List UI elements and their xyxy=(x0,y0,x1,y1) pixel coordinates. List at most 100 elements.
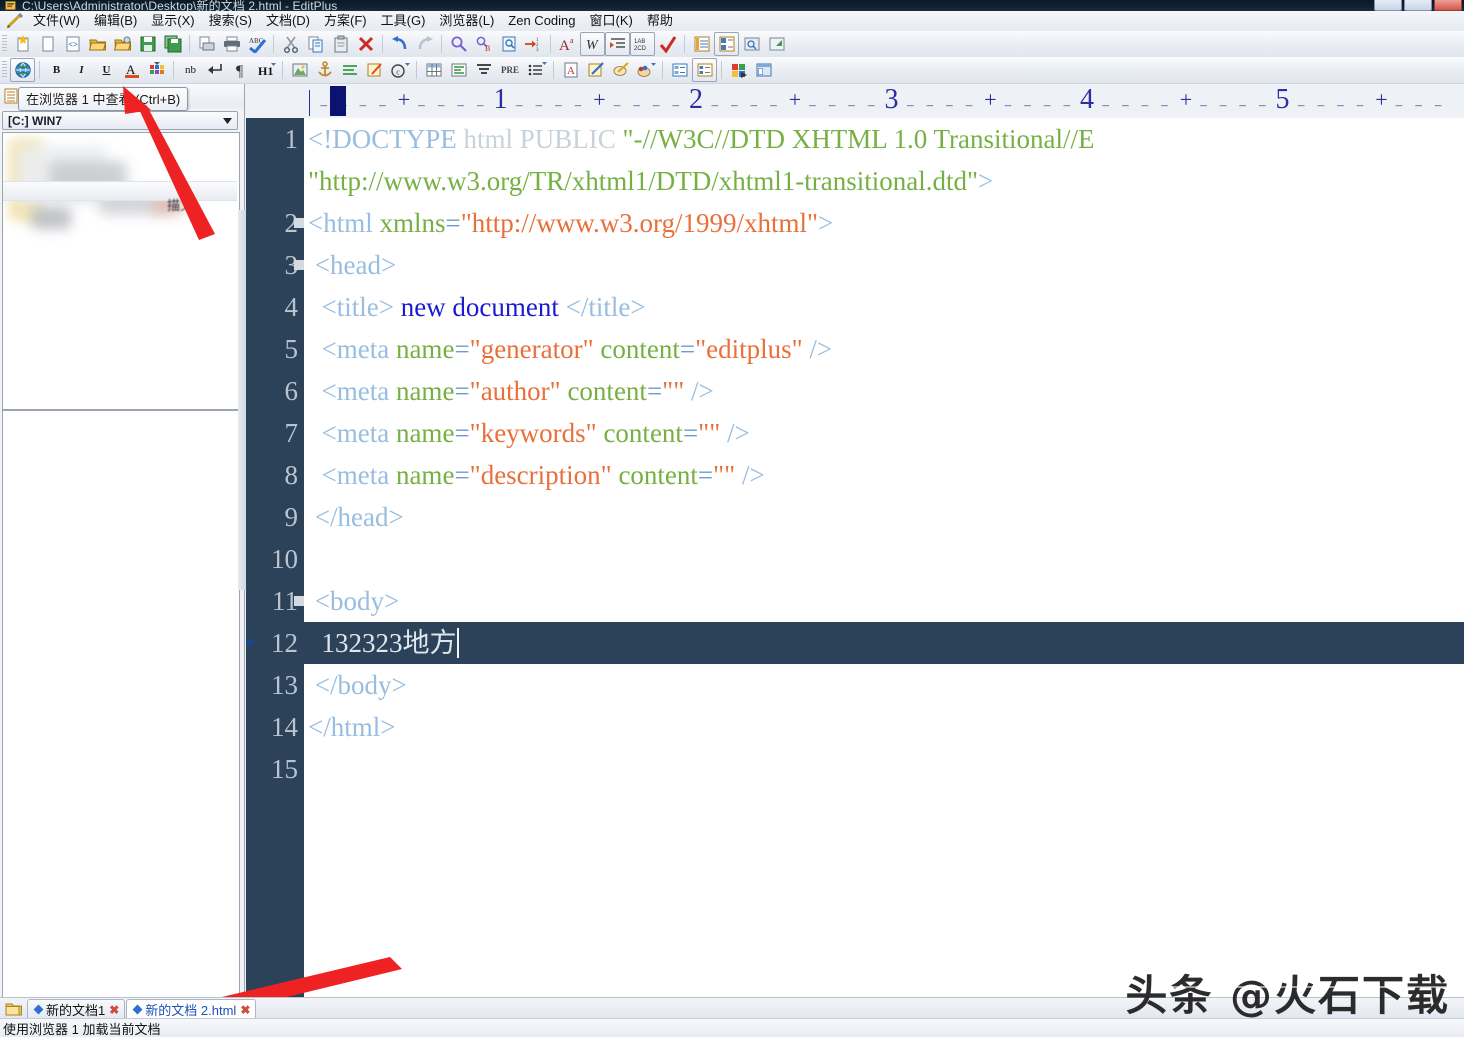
menu-file[interactable]: 文件(W) xyxy=(26,11,87,31)
find-button[interactable] xyxy=(446,32,471,56)
undo-button[interactable] xyxy=(387,32,412,56)
menu-view[interactable]: 显示(X) xyxy=(144,11,201,31)
heading-button[interactable]: H1 xyxy=(253,58,278,82)
menu-tools[interactable]: 工具(G) xyxy=(374,11,433,31)
code-line[interactable]: <meta name="generator" content="editplus… xyxy=(304,328,1464,370)
cut-button[interactable] xyxy=(278,32,303,56)
toolbar-grip[interactable] xyxy=(2,35,7,53)
menu-help[interactable]: 帮助 xyxy=(640,11,680,31)
font-color-button[interactable]: A xyxy=(119,58,144,82)
insert-table-button[interactable] xyxy=(421,58,446,82)
new-from-template-button[interactable] xyxy=(10,32,35,56)
code-line[interactable]: "http://www.w3.org/TR/xhtml1/DTD/xhtml1-… xyxy=(304,160,1464,202)
full-screen-button[interactable] xyxy=(764,32,789,56)
toolbar-grip[interactable] xyxy=(2,61,7,79)
preformatted-button[interactable]: PRE xyxy=(496,58,524,82)
code-line[interactable]: <meta name="keywords" content="" /> xyxy=(304,412,1464,454)
sidebar-splitter[interactable] xyxy=(238,210,246,590)
find-in-files-button[interactable] xyxy=(496,32,521,56)
clip-library-button[interactable] xyxy=(714,32,739,56)
form-fields-button[interactable] xyxy=(692,58,717,82)
layout-panel-button[interactable] xyxy=(751,58,776,82)
code-line[interactable]: </body> xyxy=(304,664,1464,706)
code-line[interactable]: </html> xyxy=(304,706,1464,748)
tree-selected-row[interactable] xyxy=(3,181,237,201)
new-document-button[interactable] xyxy=(35,32,60,56)
bookmark-dot[interactable] xyxy=(247,639,254,646)
menu-document[interactable]: 文档(D) xyxy=(259,11,317,31)
code-line[interactable]: <meta name="description" content="" /> xyxy=(304,454,1464,496)
code-line[interactable]: <meta name="author" content="" /> xyxy=(304,370,1464,412)
close-button[interactable] xyxy=(1434,0,1462,11)
file-list[interactable] xyxy=(2,410,240,1037)
align-left-button[interactable] xyxy=(446,58,471,82)
insert-text-button[interactable]: A xyxy=(558,58,583,82)
italic-button[interactable]: I xyxy=(69,58,94,82)
directory-tree[interactable]: 描义 xyxy=(2,132,240,410)
insert-image-button[interactable] xyxy=(287,58,312,82)
code-editor[interactable]: 1 2 3 4 5 6 7 8 9 10 11 12 13 14 15 <!DOCTYPE html PUB… xyxy=(246,118,1464,997)
minimize-button[interactable] xyxy=(1374,0,1402,11)
code-text-area[interactable]: <!DOCTYPE html PUBLIC "-//W3C//DTD XHTML… xyxy=(304,118,1464,997)
goto-line-button[interactable]: 1 2 3 xyxy=(521,32,546,56)
insert-link-button[interactable] xyxy=(362,58,387,82)
open-remote-button[interactable] xyxy=(110,32,135,56)
save-button[interactable] xyxy=(135,32,160,56)
code-line[interactable]: </head> xyxy=(304,496,1464,538)
special-char-button[interactable]: c xyxy=(387,58,412,82)
maximize-button[interactable] xyxy=(1404,0,1432,11)
menu-zen-coding[interactable]: Zen Coding xyxy=(501,11,582,31)
code-line[interactable]: 132323地方 xyxy=(304,622,1464,664)
save-all-button[interactable] xyxy=(160,32,185,56)
drive-selector[interactable]: [C:] WIN7 xyxy=(2,111,238,130)
view-in-browser-button[interactable] xyxy=(10,58,35,82)
replace-button[interactable]: B xyxy=(471,32,496,56)
folder-icon[interactable] xyxy=(5,1001,23,1017)
code-line[interactable]: <!DOCTYPE html PUBLIC "-//W3C//DTD XHTML… xyxy=(304,118,1464,160)
output-window-button[interactable] xyxy=(739,32,764,56)
word-wrap-button[interactable]: W xyxy=(580,32,605,56)
delete-button[interactable] xyxy=(353,32,378,56)
nbsp-button[interactable]: nb xyxy=(178,58,203,82)
fold-marker[interactable] xyxy=(294,260,304,270)
insert-anchor-button[interactable] xyxy=(312,58,337,82)
code-line[interactable] xyxy=(304,748,1464,790)
menu-window[interactable]: 窗口(K) xyxy=(583,11,640,31)
underline-button[interactable]: U xyxy=(94,58,119,82)
paste-button[interactable] xyxy=(328,32,353,56)
new-html-button[interactable]: <> xyxy=(60,32,85,56)
menu-edit[interactable]: 编辑(B) xyxy=(87,11,144,31)
line-break-button[interactable] xyxy=(203,58,228,82)
close-icon[interactable]: ✖ xyxy=(240,1003,250,1017)
column-select-button[interactable]: 1AB 2CD xyxy=(630,32,655,56)
code-line[interactable] xyxy=(304,538,1464,580)
spell-check-button[interactable]: ABC xyxy=(244,32,269,56)
tab-new-document-1[interactable]: 新的文档1 ✖ xyxy=(27,999,126,1019)
print-button[interactable] xyxy=(219,32,244,56)
validate-button[interactable] xyxy=(655,32,680,56)
chevron-down-icon[interactable] xyxy=(221,115,234,126)
fold-marker[interactable] xyxy=(294,218,304,228)
menu-search[interactable]: 搜索(S) xyxy=(202,11,259,31)
fold-marker[interactable] xyxy=(294,596,304,606)
print-preview-button[interactable] xyxy=(194,32,219,56)
code-line[interactable]: <title> new document </title> xyxy=(304,286,1464,328)
font-button[interactable]: A a xyxy=(555,32,580,56)
open-file-button[interactable] xyxy=(85,32,110,56)
auto-indent-button[interactable] xyxy=(605,32,630,56)
code-line[interactable]: <html xmlns="http://www.w3.org/1999/xhtm… xyxy=(304,202,1464,244)
css-editor-button[interactable] xyxy=(608,58,633,82)
menu-browser[interactable]: 浏览器(L) xyxy=(432,11,501,31)
tab-new-document-2-html[interactable]: 新的文档 2.html ✖ xyxy=(126,999,257,1019)
align-button[interactable] xyxy=(337,58,362,82)
close-icon[interactable]: ✖ xyxy=(109,1003,119,1017)
menu-project[interactable]: 方案(F) xyxy=(317,11,374,31)
redo-button[interactable] xyxy=(412,32,437,56)
bold-button[interactable]: B xyxy=(44,58,69,82)
insert-form-button[interactable] xyxy=(667,58,692,82)
code-line[interactable]: <head> xyxy=(304,244,1464,286)
color-picker-button[interactable] xyxy=(144,58,169,82)
document-selector-button[interactable] xyxy=(689,32,714,56)
edit-page-button[interactable] xyxy=(583,58,608,82)
color-grid-button[interactable] xyxy=(726,58,751,82)
